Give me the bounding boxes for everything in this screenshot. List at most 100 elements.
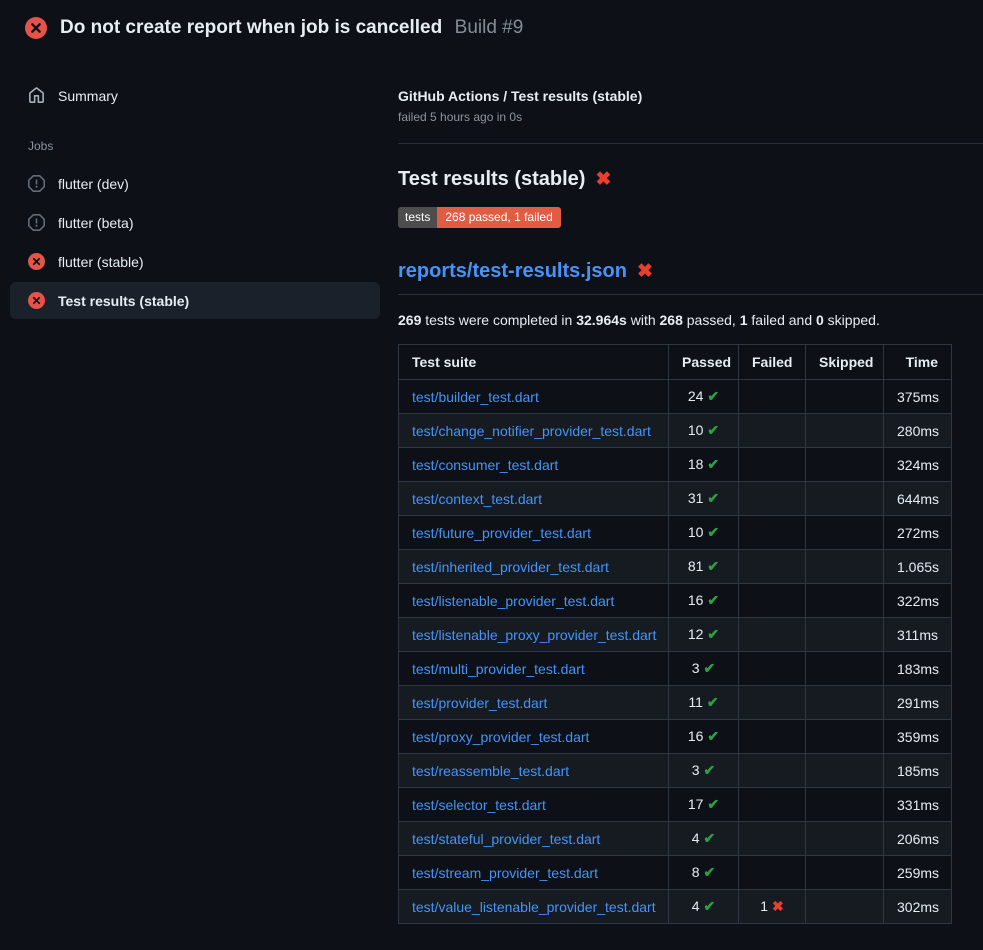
skipped-cell bbox=[806, 652, 884, 686]
test-suite-link[interactable]: test/proxy_provider_test.dart bbox=[412, 729, 589, 745]
badge-label: tests bbox=[398, 207, 437, 228]
table-row: test/change_notifier_provider_test.dart 1… bbox=[399, 414, 952, 448]
skipped-cell bbox=[806, 720, 884, 754]
test-suite-link[interactable]: test/selector_test.dart bbox=[412, 797, 546, 813]
col-header-time: Time bbox=[884, 345, 952, 380]
failed-cell: 1✖ bbox=[739, 890, 806, 924]
sidebar-job-item[interactable]: flutter (dev) bbox=[10, 165, 380, 202]
test-suite-link[interactable]: test/listenable_proxy_provider_test.dart bbox=[412, 627, 656, 643]
time-cell: 322ms bbox=[884, 584, 952, 618]
cross-mark-icon: ✖ bbox=[637, 262, 653, 281]
sidebar-summary-label: Summary bbox=[58, 88, 118, 104]
failed-cell bbox=[739, 686, 806, 720]
failed-cell bbox=[739, 618, 806, 652]
test-suite-link[interactable]: test/provider_test.dart bbox=[412, 695, 547, 711]
run-header: Do not create report when job is cancell… bbox=[0, 0, 983, 51]
cross-icon: ✖ bbox=[772, 898, 784, 914]
time-cell: 302ms bbox=[884, 890, 952, 924]
sidebar-job-item[interactable]: flutter (stable) bbox=[10, 243, 380, 280]
table-row: test/listenable_provider_test.dart16✔322… bbox=[399, 584, 952, 618]
failed-cell bbox=[739, 516, 806, 550]
time-cell: 359ms bbox=[884, 720, 952, 754]
test-suite-link[interactable]: test/builder_test.dart bbox=[412, 389, 539, 405]
check-icon: ✔ bbox=[707, 694, 719, 710]
table-row: test/future_provider_test.dart10✔272ms bbox=[399, 516, 952, 550]
passed-cell: 4✔ bbox=[669, 890, 739, 924]
check-icon: ✔ bbox=[707, 796, 719, 812]
table-row: test/value_listenable_provider_test.dart… bbox=[399, 890, 952, 924]
table-row: test/proxy_provider_test.dart16✔359ms bbox=[399, 720, 952, 754]
test-summary-sentence: 269 tests were completed in 32.964s with… bbox=[398, 312, 983, 328]
x-circle-fill-icon bbox=[25, 17, 47, 39]
test-suite-link[interactable]: test/context_test.dart bbox=[412, 491, 542, 507]
table-row: test/multi_provider_test.dart3✔183ms bbox=[399, 652, 952, 686]
x-circle-fill-icon bbox=[28, 253, 45, 270]
passed-cell: 10✔ bbox=[669, 414, 739, 448]
skipped-cell bbox=[806, 856, 884, 890]
table-row: test/provider_test.dart11✔291ms bbox=[399, 686, 952, 720]
col-header-passed: Passed bbox=[669, 345, 739, 380]
x-circle-fill-icon bbox=[28, 292, 45, 309]
col-header-test-suite: Test suite bbox=[399, 345, 669, 380]
table-row: test/builder_test.dart24✔375ms bbox=[399, 380, 952, 414]
time-cell: 1.065s bbox=[884, 550, 952, 584]
test-suite-link[interactable]: test/stream_provider_test.dart bbox=[412, 865, 598, 881]
failed-cell bbox=[739, 550, 806, 584]
report-file-link[interactable]: reports/test-results.json bbox=[398, 260, 627, 283]
failed-count: 1 bbox=[740, 312, 748, 328]
check-icon: ✔ bbox=[707, 456, 719, 472]
table-row: test/consumer_test.dart18✔324ms bbox=[399, 448, 952, 482]
table-row: test/context_test.dart31✔644ms bbox=[399, 482, 952, 516]
test-suite-link[interactable]: test/future_provider_test.dart bbox=[412, 525, 591, 541]
test-suite-link[interactable]: test/consumer_test.dart bbox=[412, 457, 558, 473]
test-suite-link[interactable]: test/value_listenable_provider_test.dart bbox=[412, 899, 656, 915]
skipped-cell bbox=[806, 618, 884, 652]
passed-cell: 3✔ bbox=[669, 754, 739, 788]
jobs-section-label: Jobs bbox=[0, 113, 390, 163]
time-cell: 375ms bbox=[884, 380, 952, 414]
total-count: 269 bbox=[398, 312, 421, 328]
test-suite-link[interactable]: test/multi_provider_test.dart bbox=[412, 661, 585, 677]
time-cell: 331ms bbox=[884, 788, 952, 822]
stop-octagon-icon bbox=[28, 175, 45, 192]
test-suite-link[interactable]: test/change_notifier_provider_test.dart bbox=[412, 423, 651, 439]
time-cell: 183ms bbox=[884, 652, 952, 686]
passed-cell: 8✔ bbox=[669, 856, 739, 890]
failed-cell bbox=[739, 380, 806, 414]
table-row: test/stateful_provider_test.dart4✔206ms bbox=[399, 822, 952, 856]
failed-cell bbox=[739, 754, 806, 788]
skipped-cell bbox=[806, 516, 884, 550]
time-cell: 272ms bbox=[884, 516, 952, 550]
time-cell: 206ms bbox=[884, 822, 952, 856]
test-suite-link[interactable]: test/listenable_provider_test.dart bbox=[412, 593, 614, 609]
job-label: flutter (stable) bbox=[58, 254, 144, 270]
passed-cell: 11✔ bbox=[669, 686, 739, 720]
test-suite-link[interactable]: test/stateful_provider_test.dart bbox=[412, 831, 600, 847]
skipped-cell bbox=[806, 822, 884, 856]
job-label: Test results (stable) bbox=[58, 293, 189, 309]
passed-cell: 31✔ bbox=[669, 482, 739, 516]
sidebar-job-item[interactable]: flutter (beta) bbox=[10, 204, 380, 241]
sidebar-item-summary[interactable]: Summary bbox=[10, 78, 380, 113]
heading-underline bbox=[398, 294, 983, 295]
skipped-count: 0 bbox=[816, 312, 824, 328]
sidebar: Summary Jobs flutter (dev)flutter (beta)… bbox=[0, 51, 390, 321]
check-icon: ✔ bbox=[704, 762, 716, 778]
tests-status-badge: tests 268 passed, 1 failed bbox=[398, 207, 561, 228]
test-suite-link[interactable]: test/inherited_provider_test.dart bbox=[412, 559, 609, 575]
table-row: test/reassemble_test.dart3✔185ms bbox=[399, 754, 952, 788]
skipped-cell bbox=[806, 754, 884, 788]
sidebar-job-item[interactable]: Test results (stable) bbox=[10, 282, 380, 319]
skipped-cell bbox=[806, 584, 884, 618]
main-content: GitHub Actions / Test results (stable) f… bbox=[390, 51, 983, 924]
table-row: test/listenable_proxy_provider_test.dart… bbox=[399, 618, 952, 652]
test-results-table: Test suite Passed Failed Skipped Time te… bbox=[398, 344, 952, 924]
failed-cell bbox=[739, 482, 806, 516]
check-icon: ✔ bbox=[707, 388, 719, 404]
check-run-title: Test results (stable) bbox=[398, 168, 585, 191]
col-header-failed: Failed bbox=[739, 345, 806, 380]
table-row: test/stream_provider_test.dart8✔259ms bbox=[399, 856, 952, 890]
skipped-cell bbox=[806, 550, 884, 584]
test-suite-link[interactable]: test/reassemble_test.dart bbox=[412, 763, 569, 779]
passed-cell: 12✔ bbox=[669, 618, 739, 652]
